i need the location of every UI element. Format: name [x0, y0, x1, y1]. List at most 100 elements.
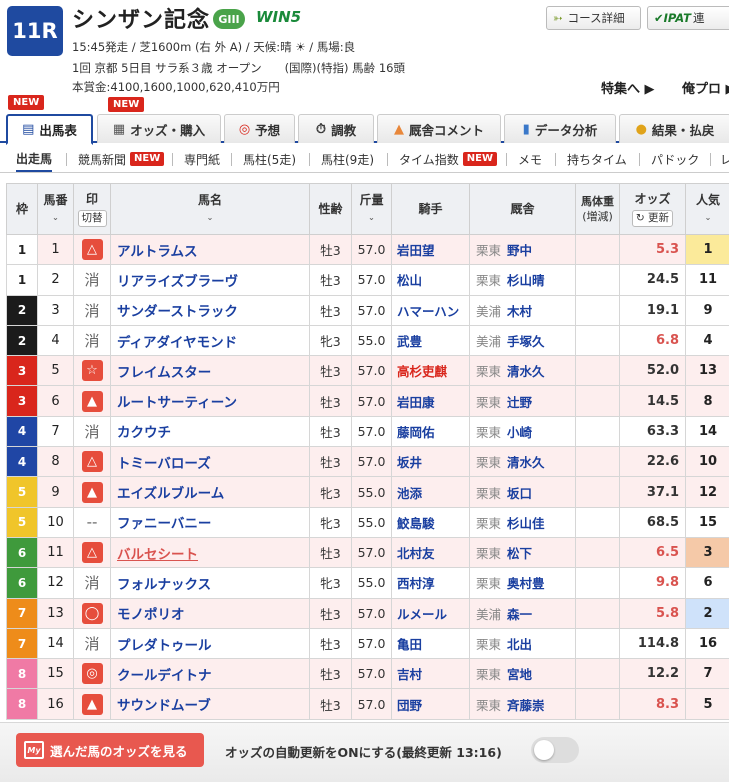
trainer-link[interactable]: 松下	[507, 546, 532, 561]
tab-results[interactable]: ● 結果・払戻	[619, 114, 729, 143]
mark-icon[interactable]: ▲	[81, 390, 103, 412]
mark-icon[interactable]: 消	[82, 300, 103, 321]
horse-name-link[interactable]: ディアダイヤモンド	[110, 324, 310, 357]
trainer-link[interactable]: 手塚久	[507, 334, 545, 349]
horse-name-link[interactable]: フォルナックス	[110, 567, 310, 599]
mark-cell[interactable]: --	[73, 506, 111, 538]
mark-cell[interactable]: 消	[73, 415, 111, 448]
mark-icon[interactable]: ◯	[81, 602, 103, 624]
subnav-time-index[interactable]: タイム指数 NEW	[399, 146, 497, 172]
jockey-link[interactable]: 坂井	[391, 446, 470, 478]
course-detail-button[interactable]: ➳ コース詳細	[546, 6, 641, 30]
mark-cell[interactable]: 消	[73, 324, 111, 357]
horse-name-link[interactable]: エイズルブルーム	[110, 476, 310, 508]
col-popularity[interactable]: 人気 ⌄	[685, 183, 729, 235]
trainer-link[interactable]: 坂口	[507, 486, 532, 501]
ipat-button[interactable]: ✔IPAT 連	[647, 6, 729, 30]
jockey-link[interactable]: 吉村	[391, 658, 470, 690]
mark-icon[interactable]: 消	[82, 633, 103, 654]
tab-yosou[interactable]: ◎ 予想	[224, 114, 295, 143]
horse-name-link[interactable]: ファニーバニー	[110, 506, 310, 538]
trainer-link[interactable]: 野中	[507, 243, 532, 258]
trainer-link[interactable]: 木村	[507, 304, 532, 319]
jockey-link[interactable]: 西村淳	[391, 567, 470, 599]
mark-cell[interactable]: ▲	[73, 688, 111, 720]
mark-cell[interactable]: 消	[73, 627, 111, 660]
mark-icon[interactable]: 消	[82, 269, 103, 290]
mark-cell[interactable]: ▲	[73, 476, 111, 508]
mark-icon[interactable]: △	[81, 239, 103, 261]
mark-cell[interactable]: 消	[73, 264, 111, 296]
horse-name-link[interactable]: バルセシート	[110, 536, 310, 569]
horse-name-link[interactable]: サウンドムーブ	[110, 688, 310, 720]
odds-refresh-button[interactable]: ↻ 更新	[631, 209, 674, 227]
subnav-umabashira-5[interactable]: 馬柱(5走)	[243, 146, 296, 172]
jockey-link[interactable]: 岩田望	[391, 233, 470, 266]
mark-icon[interactable]: ▲	[81, 693, 103, 715]
tab-chokyo[interactable]: ⏱ 調教	[298, 114, 374, 143]
tab-data-analysis[interactable]: ▮ データ分析	[504, 114, 616, 143]
subnav-paddock[interactable]: パドック	[651, 146, 699, 172]
mark-icon[interactable]: ☆	[81, 360, 103, 382]
horse-name-link[interactable]: アルトラムス	[110, 233, 310, 266]
feature-link[interactable]: 特集へ ▶	[601, 78, 655, 97]
subnav-mochi-time[interactable]: 持ちタイム	[567, 146, 627, 172]
mark-cell[interactable]: △	[73, 233, 111, 266]
trainer-link[interactable]: 斉藤崇	[507, 698, 545, 713]
jockey-link[interactable]: 亀田	[391, 627, 470, 660]
trainer-link[interactable]: 辻野	[507, 395, 532, 410]
jockey-link[interactable]: 団野	[391, 688, 470, 720]
subnav-more[interactable]: レ	[720, 146, 729, 172]
mark-icon[interactable]: △	[81, 451, 103, 473]
mark-cell[interactable]: △	[73, 536, 111, 569]
horse-name-link[interactable]: ルートサーティーン	[110, 385, 310, 417]
mark-icon[interactable]: 消	[82, 330, 103, 351]
jockey-link[interactable]: 池添	[391, 476, 470, 508]
horse-name-link[interactable]: モノポリオ	[110, 597, 310, 629]
subnav-senmonshi[interactable]: 専門紙	[184, 146, 220, 172]
mark-cell[interactable]: △	[73, 446, 111, 478]
mark-cell[interactable]: ◯	[73, 597, 111, 629]
horse-name-link[interactable]: カクウチ	[110, 415, 310, 448]
horse-name-link[interactable]: プレダトゥール	[110, 627, 310, 660]
jockey-link[interactable]: 北村友	[391, 536, 470, 569]
jockey-link[interactable]: 高杉吏麒	[391, 355, 470, 387]
ore-pro-link[interactable]: 俺プロ ▶	[682, 78, 729, 97]
trainer-link[interactable]: 北出	[507, 637, 532, 652]
mark-icon[interactable]: ▲	[81, 481, 103, 503]
mark-cell[interactable]: 消	[73, 567, 111, 599]
horse-name-link[interactable]: リアライズブラーヴ	[110, 264, 310, 296]
subnav-keiba-shinbun[interactable]: 競馬新聞 NEW	[78, 146, 165, 172]
jockey-link[interactable]: ルメール	[391, 597, 470, 629]
trainer-link[interactable]: 清水久	[507, 364, 545, 379]
jockey-link[interactable]: ハマーハン	[391, 294, 470, 326]
jockey-link[interactable]: 岩田康	[391, 385, 470, 417]
mark-icon[interactable]: ◎	[81, 663, 103, 685]
subnav-umabashira-9[interactable]: 馬柱(9走)	[321, 146, 374, 172]
trainer-link[interactable]: 小崎	[507, 425, 532, 440]
auto-update-toggle[interactable]	[531, 737, 579, 763]
col-horse[interactable]: 馬名 ⌄	[110, 183, 310, 235]
mark-cell[interactable]: ▲	[73, 385, 111, 417]
selected-odds-button[interactable]: My 選んだ馬のオッズを見る	[16, 733, 204, 767]
horse-name-link[interactable]: サンダーストラック	[110, 294, 310, 326]
horse-name-link[interactable]: クールデイトナ	[110, 658, 310, 690]
jockey-link[interactable]: 武豊	[391, 324, 470, 357]
jockey-link[interactable]: 鮫島駿	[391, 506, 470, 538]
horse-name-link[interactable]: フレイムスター	[110, 355, 310, 387]
tab-shutsuba[interactable]: ▤ 出馬表	[6, 114, 93, 145]
trainer-link[interactable]: 杉山佳	[507, 516, 545, 531]
col-kin[interactable]: 斤量 ⌄	[351, 183, 392, 235]
mark-icon[interactable]: 消	[82, 572, 103, 593]
jockey-link[interactable]: 松山	[391, 264, 470, 296]
trainer-link[interactable]: 森一	[507, 607, 532, 622]
horse-name-link[interactable]: トミーバローズ	[110, 446, 310, 478]
mark-cell[interactable]: ☆	[73, 355, 111, 387]
mark-icon[interactable]: 消	[82, 421, 103, 442]
trainer-link[interactable]: 宮地	[507, 667, 532, 682]
mark-cell[interactable]: 消	[73, 294, 111, 326]
mark-icon[interactable]: --	[82, 512, 103, 533]
subnav-shussouba[interactable]: 出走馬	[16, 146, 53, 172]
col-umaban[interactable]: 馬番 ⌄	[37, 183, 74, 235]
trainer-link[interactable]: 杉山晴	[507, 273, 545, 288]
